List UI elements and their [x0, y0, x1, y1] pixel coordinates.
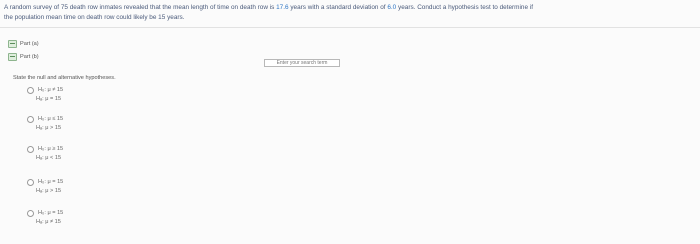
radio-button[interactable] [27, 146, 34, 153]
radio-button[interactable] [27, 210, 34, 217]
option-alt: Hₐ: μ > 15 [36, 125, 62, 131]
problem-text-line2: the population mean time on death row co… [4, 14, 185, 21]
radio-button[interactable] [27, 87, 34, 94]
collapse-icon [8, 40, 17, 48]
problem-text-3: years. Conduct a hypothesis test to dete… [396, 4, 533, 11]
problem-text-1: A random survey of 75 death row inmates … [4, 4, 277, 11]
hypothesis-option-1[interactable]: H₀: μ ≠ 15 Hₐ: μ = 15 [27, 86, 63, 104]
option-alt: Hₐ: μ ≠ 15 [36, 219, 61, 225]
collapse-icon [8, 53, 17, 61]
part-a-label: Part (a) [20, 41, 39, 47]
option-null: H₀: μ = 15 [38, 179, 64, 185]
part-b-label: Part (b) [20, 54, 39, 60]
option-null: H₀: μ ≠ 15 [38, 87, 64, 93]
problem-statement: A random survey of 75 death row inmates … [4, 3, 696, 23]
option-null: H₀: μ ≤ 15 [38, 116, 64, 122]
hypothesis-option-4[interactable]: H₀: μ = 15 Hₐ: μ > 15 [27, 178, 63, 196]
page: A random survey of 75 death row inmates … [0, 0, 700, 244]
hypothesis-option-3[interactable]: H₀: μ ≥ 15 Hₐ: μ < 15 [27, 145, 63, 163]
radio-button[interactable] [27, 116, 34, 123]
search-input[interactable]: Enter your search term [264, 59, 340, 67]
option-alt: Hₐ: μ < 15 [36, 155, 62, 161]
option-null: H₀: μ = 15 [38, 210, 64, 216]
problem-sd-value: 6.0 [387, 4, 397, 11]
search-placeholder: Enter your search term [276, 60, 328, 66]
question-instruction: State the null and alternative hypothese… [13, 75, 116, 81]
divider [0, 27, 700, 28]
option-alt: Hₐ: μ > 15 [36, 188, 62, 194]
hypothesis-option-2[interactable]: H₀: μ ≤ 15 Hₐ: μ > 15 [27, 115, 63, 133]
radio-button[interactable] [27, 179, 34, 186]
option-null: H₀: μ ≥ 15 [38, 146, 64, 152]
part-b-toggle[interactable]: Part (b) [8, 53, 39, 61]
problem-mean-value: 17.6 [276, 4, 289, 11]
hypothesis-option-5[interactable]: H₀: μ = 15 Hₐ: μ ≠ 15 [27, 209, 63, 227]
part-a-toggle[interactable]: Part (a) [8, 40, 39, 48]
problem-text-2: years with a standard deviation of [288, 4, 388, 11]
option-alt: Hₐ: μ = 15 [36, 96, 62, 102]
